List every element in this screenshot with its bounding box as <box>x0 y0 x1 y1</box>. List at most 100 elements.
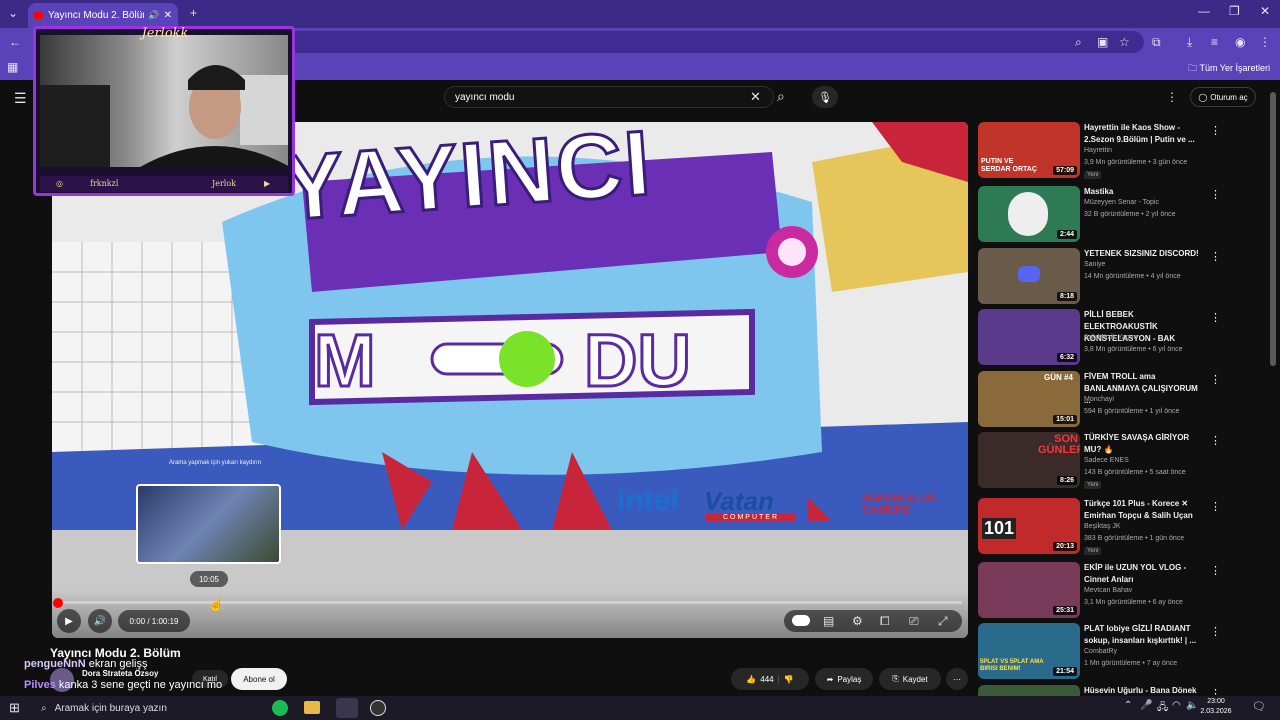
autoplay-toggle[interactable] <box>792 615 810 626</box>
extensions-icon[interactable]: ⧉ <box>1152 35 1161 50</box>
install-app-icon[interactable]: ▣ <box>1097 35 1108 49</box>
mute-button[interactable]: 🔊 <box>88 609 112 633</box>
recommendation-item[interactable]: 25:31 EKİP ile UZUN YOL VLOG - Cinnet An… <box>978 562 1268 620</box>
settings-gear-icon[interactable]: ⚙ <box>852 614 863 628</box>
recommendation-title[interactable]: Hayrettin ile Kaos Show - 2.Sezon 9.Bölü… <box>1084 122 1204 146</box>
more-options-icon[interactable]: ⋮ <box>1210 564 1221 577</box>
recommendation-item[interactable]: PUTIN VE SERDAR ORTAÇ 57:09 Hayrettin il… <box>978 122 1268 180</box>
recommendation-channel[interactable]: Monchayi <box>1084 396 1114 403</box>
recommendation-item[interactable]: Hüsevin Uğurlu - Bana Dönek ⋮ <box>978 685 1268 696</box>
search-input[interactable]: yayıncı modu <box>444 86 774 108</box>
more-options-icon[interactable]: ⋮ <box>1210 687 1221 696</box>
more-options-icon[interactable]: ⋮ <box>1210 625 1221 638</box>
recommendation-channel[interactable]: Mevtcan Bahav <box>1084 587 1132 594</box>
apps-grid-icon[interactable]: ▦ <box>7 60 18 74</box>
recommendation-channel[interactable]: Beşiktaş JK <box>1084 523 1121 530</box>
windows-start-icon[interactable]: ⊞ <box>9 700 20 716</box>
subtitles-icon[interactable]: ▤ <box>823 614 834 628</box>
dislike-icon[interactable]: 👎 <box>784 675 794 684</box>
taskbar-clock[interactable]: 23:00 2.03.2026 <box>1198 697 1234 717</box>
back-icon[interactable]: ← <box>9 35 21 49</box>
tab-audio-icon[interactable]: 🔊 <box>148 10 159 21</box>
volume-tray-icon[interactable]: 🔈 <box>1186 700 1198 711</box>
notifications-icon[interactable]: 🗨 <box>1252 700 1266 713</box>
recommendation-title[interactable]: YETENEK SIZSINIZ DISCORD! <box>1084 248 1204 260</box>
more-options-icon[interactable]: ⋮ <box>1210 311 1221 324</box>
recommendation-title[interactable]: Mastika <box>1084 186 1204 198</box>
minimize-icon[interactable]: — <box>1198 4 1210 18</box>
recommendation-item[interactable]: 5PLAT VS 5PLAT AMA BIRISI BENIM! 21:54 P… <box>978 623 1268 681</box>
microphone-tray-icon[interactable]: 🎤 <box>1140 700 1152 711</box>
like-count[interactable]: 444 <box>760 675 773 684</box>
more-options-icon[interactable]: ⋮ <box>1210 188 1221 201</box>
tab-close-icon[interactable]: ✕ <box>164 10 172 21</box>
new-tab-icon[interactable]: + <box>190 6 197 20</box>
recommendation-thumbnail[interactable]: 2:44 <box>978 186 1080 242</box>
recommendation-thumbnail[interactable]: 8:18 <box>978 248 1080 304</box>
media-control-icon[interactable]: ≡ <box>1211 35 1218 49</box>
subscribe-button[interactable]: Abone ol <box>231 668 287 690</box>
recommendation-channel[interactable]: Aşk Müzik Yapım <box>1084 334 1137 341</box>
recommendation-channel[interactable]: Müzeyyen Senar - Topic <box>1084 199 1159 206</box>
more-options-icon[interactable]: ⋮ <box>1210 250 1221 263</box>
recommendation-item[interactable]: SON GÜNLER! 8:26 TÜRKİYE SAVAŞA GİRİYOR … <box>978 432 1268 490</box>
search-icon[interactable]: ⌕ <box>777 88 785 105</box>
recommendation-title[interactable]: Hüsevin Uğurlu - Bana Dönek <box>1084 685 1204 696</box>
recommendation-title[interactable]: EKİP ile UZUN YOL VLOG - Cinnet Anları <box>1084 562 1204 586</box>
recommendation-thumbnail[interactable]: PUTIN VE SERDAR ORTAÇ 57:09 <box>978 122 1080 178</box>
recommendation-channel[interactable]: Sadece ENES <box>1084 457 1129 464</box>
tray-chevron-icon[interactable]: ⌃ <box>1124 700 1132 711</box>
recommendation-thumbnail[interactable]: 25:31 <box>978 562 1080 618</box>
recommendation-item[interactable]: 8:18 YETENEK SIZSINIZ DISCORD! Saniye 14… <box>978 248 1268 306</box>
wifi-icon[interactable]: ◠ <box>1172 700 1181 711</box>
more-options-icon[interactable]: ⋮ <box>1210 434 1221 447</box>
spotify-icon[interactable] <box>272 700 288 716</box>
recommendation-item[interactable]: 2:44 Mastika Müzeyyen Senar - Topic 32 B… <box>978 186 1268 244</box>
recommendation-channel[interactable]: Hayrettin <box>1084 147 1112 154</box>
browser-menu-icon[interactable]: ⋮ <box>1259 35 1271 49</box>
taskbar-search[interactable]: ⌕ Aramak için buraya yazın <box>33 697 258 719</box>
bookmark-star-icon[interactable]: ☆ <box>1119 35 1130 49</box>
fullscreen-icon[interactable]: ⤢ <box>938 614 948 629</box>
clear-search-icon[interactable]: ✕ <box>750 89 761 105</box>
recommendation-title[interactable]: PLAT lobiye GİZLİ RADIANT sokup, insanla… <box>1084 623 1204 647</box>
miniplayer-icon[interactable]: ⧠ <box>880 614 890 629</box>
voice-search-icon[interactable]: 🎙 <box>812 86 838 108</box>
progress-scrubber[interactable] <box>53 598 63 608</box>
hamburger-menu-icon[interactable]: ☰ <box>14 90 27 107</box>
page-scrollbar[interactable] <box>1270 92 1276 366</box>
like-icon[interactable]: 👍 <box>746 675 756 684</box>
more-options-icon[interactable]: ⋮ <box>1210 124 1221 137</box>
channel-name[interactable]: Dora Strateta Özsoy <box>82 669 158 678</box>
recommendation-item[interactable]: GÜN #4 15:01 FİVEM TROLL ama BANLANMAYA … <box>978 371 1268 429</box>
recommendation-item[interactable]: 6:32 PİLLİ BEBEK ELEKTROAKUSTİK KONSTELA… <box>978 309 1268 367</box>
signin-button[interactable]: ◯ Oturum aç <box>1190 87 1256 107</box>
recommendation-channel[interactable]: CombatRy <box>1084 648 1117 655</box>
profile-icon[interactable]: ◉ <box>1235 35 1245 49</box>
recommendation-title[interactable]: Türkçe 101 Plus - Korece ✕ Emirhan Topçu… <box>1084 498 1204 522</box>
progress-bar[interactable] <box>58 601 962 604</box>
recommendation-thumbnail[interactable]: GÜN #4 15:01 <box>978 371 1080 427</box>
recommendation-thumbnail[interactable]: 5PLAT VS 5PLAT AMA BIRISI BENIM! 21:54 <box>978 623 1080 679</box>
more-options-icon[interactable]: ⋮ <box>1210 373 1221 386</box>
recommendation-title[interactable]: TÜRKİYE SAVAŞA GİRİYOR MU? 🔥 <box>1084 432 1204 456</box>
save-button[interactable]: ⎘ Kaydet <box>879 668 941 690</box>
recommendation-item[interactable]: 101 20:13 Türkçe 101 Plus - Korece ✕ Emi… <box>978 498 1268 556</box>
settings-menu-icon[interactable]: ⋮ <box>1166 90 1178 104</box>
restore-icon[interactable]: ❐ <box>1229 4 1240 18</box>
file-explorer-icon[interactable] <box>304 701 320 714</box>
tab-search-icon[interactable]: ⌄ <box>8 6 18 20</box>
more-options-icon[interactable]: ⋮ <box>1210 500 1221 513</box>
recommendation-thumbnail[interactable]: SON GÜNLER! 8:26 <box>978 432 1080 488</box>
play-button[interactable]: ▶ <box>57 609 81 633</box>
obs-icon[interactable] <box>370 700 386 716</box>
download-icon[interactable]: ⤓ <box>1187 35 1192 50</box>
zoom-icon[interactable]: ⌕ <box>1075 35 1082 50</box>
more-actions-button[interactable]: ⋯ <box>946 668 968 690</box>
cast-icon[interactable]: ⎚ <box>909 614 919 629</box>
recommendation-thumbnail[interactable]: 101 20:13 <box>978 498 1080 554</box>
recommendation-thumbnail[interactable] <box>978 685 1080 696</box>
recommendation-channel[interactable]: Saniye <box>1084 261 1105 268</box>
all-bookmarks-button[interactable]: 🗀 Tüm Yer İşaretleri <box>1188 61 1270 77</box>
chrome-taskbar-icon[interactable] <box>336 698 358 718</box>
